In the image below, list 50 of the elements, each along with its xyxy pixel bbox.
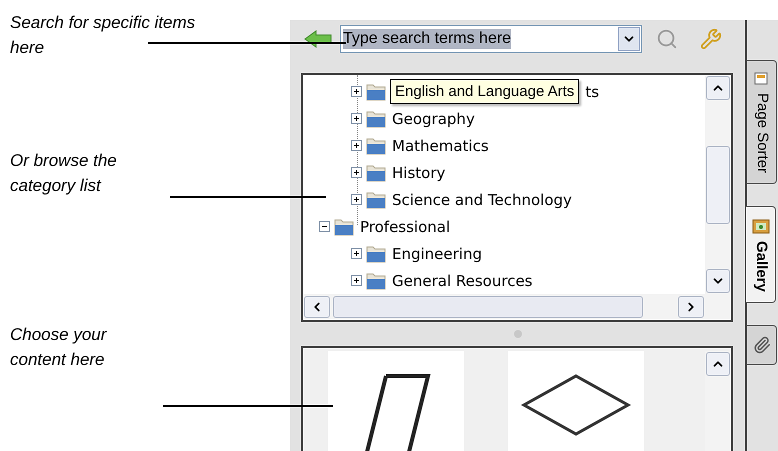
annotation-text: Or browse the category list: [10, 150, 118, 197]
folder-icon: [366, 164, 386, 182]
scroll-left-button[interactable]: [304, 296, 330, 318]
tree-item[interactable]: ts: [585, 80, 600, 104]
splitter-handle[interactable]: [514, 330, 522, 338]
folder-icon: [366, 244, 386, 263]
paperclip-icon: [752, 336, 770, 354]
folder-icon: [366, 136, 386, 155]
tooltip: English and Language Arts: [390, 79, 580, 104]
tree-item[interactable]: Geography: [392, 108, 475, 130]
expand-icon[interactable]: [351, 275, 362, 286]
search-input-text: Type search terms here: [343, 28, 512, 49]
expand-icon[interactable]: [351, 167, 362, 178]
picture-icon: [752, 217, 770, 236]
scroll-up-button[interactable]: [706, 76, 730, 100]
scroll-up-button[interactable]: [706, 352, 730, 376]
scroll-right-button[interactable]: [678, 296, 704, 318]
horizontal-scrollbar[interactable]: [303, 294, 731, 320]
tree-item[interactable]: Engineering: [392, 242, 482, 266]
folder-icon: [366, 110, 386, 128]
expand-icon[interactable]: [351, 248, 362, 260]
folder-icon: [366, 82, 386, 101]
scroll-thumb[interactable]: [706, 146, 730, 224]
scroll-down-button[interactable]: [706, 269, 730, 294]
folder-icon: [366, 272, 386, 290]
tree-item[interactable]: General Resources: [392, 270, 532, 292]
tree-item[interactable]: Professional: [360, 216, 450, 238]
dropdown-button[interactable]: [618, 26, 640, 51]
back-arrow-icon[interactable]: [304, 30, 332, 48]
scroll-thumb[interactable]: [333, 296, 643, 318]
search-field[interactable]: Type search terms here: [340, 24, 642, 53]
expand-icon[interactable]: [351, 194, 362, 206]
tree-item[interactable]: History: [392, 162, 446, 184]
expand-icon[interactable]: [351, 86, 362, 98]
gallery-tile[interactable]: [328, 351, 464, 451]
annotation-text: Choose your content here: [10, 324, 108, 371]
expand-icon[interactable]: [351, 140, 362, 152]
folder-icon: [366, 190, 386, 209]
tree-item[interactable]: Mathematics: [392, 134, 489, 158]
annotation-text: Search for specific items here: [10, 12, 196, 59]
folder-icon: [334, 218, 354, 236]
side-tab[interactable]: [747, 324, 777, 365]
collapse-icon[interactable]: [319, 221, 330, 232]
gallery-tile[interactable]: [508, 351, 644, 451]
side-tab[interactable]: Page Sorter: [747, 60, 777, 184]
side-tab[interactable]: Gallery: [746, 206, 776, 303]
vertical-scrollbar[interactable]: [705, 75, 731, 294]
expand-icon[interactable]: [351, 113, 362, 124]
tree-item[interactable]: Science and Technology: [392, 188, 572, 212]
pages-icon: [754, 71, 770, 87]
